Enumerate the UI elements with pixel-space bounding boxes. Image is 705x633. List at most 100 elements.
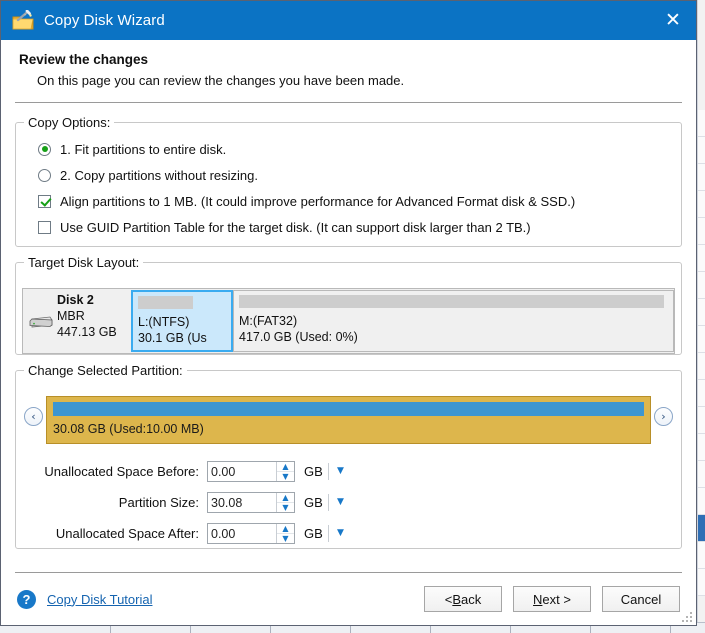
- copy-disk-wizard-dialog: Copy Disk Wizard ✕ Review the changes On…: [0, 0, 697, 626]
- selected-partition-bar[interactable]: 30.08 GB (Used:10.00 MB): [46, 396, 651, 444]
- back-pre: <: [444, 591, 453, 607]
- change-selected-partition-group: Change Selected Partition: ‹ 30.08 GB (U…: [15, 363, 682, 549]
- option-use-gpt[interactable]: Use GUID Partition Table for the target …: [38, 214, 681, 240]
- unit-separator: [328, 525, 329, 542]
- dialog-body: Copy Options: 1. Fit partitions to entir…: [1, 103, 696, 572]
- background-row: [698, 434, 705, 461]
- background-row: [698, 110, 705, 137]
- next-button[interactable]: Next >: [513, 586, 591, 612]
- option-label: 2. Copy partitions without resizing.: [60, 167, 258, 183]
- stepper-up-icon[interactable]: ▲: [277, 524, 294, 534]
- stepper-down-icon[interactable]: ▼: [277, 534, 294, 543]
- dialog-footer: ? Copy Disk Tutorial < Back Next > Cance…: [1, 573, 696, 625]
- background-row: [698, 461, 705, 488]
- unallocated-after-input[interactable]: [208, 524, 276, 543]
- field-unallocated-space-before: Unallocated Space Before: ▲ ▼ GB ▼: [24, 456, 673, 487]
- unit-separator: [328, 494, 329, 511]
- disk-size: 447.13 GB: [57, 325, 117, 339]
- back-accel: B: [452, 591, 462, 607]
- disk-layout-panel: Disk 2 MBR 447.13 GB L:(NTFS) 30.1 GB (U…: [22, 288, 675, 354]
- field-label: Unallocated Space After:: [55, 526, 199, 541]
- option-label: Align partitions to 1 MB. (It could impr…: [60, 193, 576, 209]
- disk-name: Disk 2: [57, 293, 94, 307]
- stepper-up-icon[interactable]: ▲: [277, 493, 294, 503]
- cancel-button[interactable]: Cancel: [602, 586, 680, 612]
- chevron-left-icon[interactable]: ‹: [24, 407, 43, 426]
- background-row: [698, 569, 705, 596]
- partition-label: M:(FAT32): [239, 314, 298, 328]
- option-copy-without-resizing[interactable]: 2. Copy partitions without resizing.: [38, 162, 681, 188]
- field-label: Unallocated Space Before:: [44, 464, 199, 479]
- partition-size: 30.1 GB (Us: [138, 331, 207, 345]
- back-button[interactable]: < Back: [424, 586, 502, 612]
- background-row: [698, 353, 705, 380]
- unit-label: GB: [304, 464, 323, 479]
- copy-options-group: Copy Options: 1. Fit partitions to entir…: [15, 115, 682, 247]
- background-row: [698, 191, 705, 218]
- window-title: Copy Disk Wizard: [44, 12, 165, 29]
- background-row: [698, 164, 705, 191]
- partition-size-input[interactable]: [208, 493, 276, 512]
- target-disk-layout-group: Target Disk Layout: Disk 2 MBR 447.13 GB: [15, 255, 682, 355]
- unit-label: GB: [304, 495, 323, 510]
- background-row: [698, 542, 705, 569]
- stepper-buttons[interactable]: ▲ ▼: [276, 524, 294, 543]
- option-label: Use GUID Partition Table for the target …: [60, 219, 531, 235]
- wizard-wand-folder-icon: [12, 9, 34, 32]
- field-partition-size: Partition Size: ▲ ▼ GB ▼: [24, 487, 673, 518]
- background-row: [698, 245, 705, 272]
- selected-partition-used-bar: [53, 402, 644, 416]
- question-mark-icon[interactable]: ?: [17, 589, 36, 609]
- unit-label: GB: [304, 526, 323, 541]
- close-icon[interactable]: ✕: [650, 1, 696, 40]
- partition-size-fields: Unallocated Space Before: ▲ ▼ GB ▼ Parti…: [24, 456, 673, 549]
- next-post: ext >: [542, 591, 571, 607]
- partition-usage-bar: [138, 296, 193, 309]
- option-align-partitions[interactable]: Align partitions to 1 MB. (It could impr…: [38, 188, 681, 214]
- selected-partition-label: 30.08 GB (Used:10.00 MB): [53, 422, 204, 436]
- partition-M-fat32[interactable]: M:(FAT32) 417.0 GB (Used: 0%): [233, 290, 674, 352]
- disk-info: Disk 2 MBR 447.13 GB: [23, 289, 131, 353]
- background-row: [698, 272, 705, 299]
- partition-L-ntfs[interactable]: L:(NTFS) 30.1 GB (Us: [131, 290, 233, 352]
- checkbox-align-partitions-icon[interactable]: [38, 194, 51, 208]
- page-title: Review the changes: [19, 52, 149, 67]
- unit-dropdown-icon[interactable]: ▼: [337, 529, 344, 538]
- target-disk-layout-legend: Target Disk Layout:: [28, 255, 140, 270]
- option-fit-partitions[interactable]: 1. Fit partitions to entire disk.: [38, 136, 681, 162]
- next-accel: N: [533, 591, 543, 607]
- radio-fit-partitions-icon[interactable]: [38, 142, 51, 156]
- disk-scheme: MBR: [57, 309, 85, 323]
- back-post: ack: [461, 591, 482, 607]
- partition-resize-slider: ‹ 30.08 GB (Used:10.00 MB) ›: [24, 396, 673, 444]
- background-row: [698, 218, 705, 245]
- unit-separator: [328, 463, 329, 480]
- checkbox-use-gpt-icon[interactable]: [38, 220, 51, 234]
- partition-size-stepper[interactable]: ▲ ▼: [207, 492, 295, 513]
- radio-copy-without-resizing-icon[interactable]: [38, 168, 51, 182]
- copy-disk-tutorial-link[interactable]: Copy Disk Tutorial: [47, 592, 152, 607]
- field-label: Partition Size:: [118, 495, 199, 510]
- hard-disk-icon: [29, 315, 53, 328]
- title-bar: Copy Disk Wizard ✕: [1, 1, 696, 40]
- stepper-down-icon[interactable]: ▼: [277, 503, 294, 512]
- resize-grip[interactable]: [682, 612, 693, 623]
- background-row: [698, 137, 705, 164]
- unit-dropdown-icon[interactable]: ▼: [337, 498, 344, 507]
- stepper-up-icon[interactable]: ▲: [277, 462, 294, 472]
- background-row-selected: [698, 515, 705, 542]
- stepper-down-icon[interactable]: ▼: [277, 472, 294, 481]
- unallocated-before-input[interactable]: [208, 462, 276, 481]
- unallocated-after-stepper[interactable]: ▲ ▼: [207, 523, 295, 544]
- footer-buttons: < Back Next > Cancel: [424, 586, 680, 612]
- partition-size: 417.0 GB (Used: 0%): [239, 330, 358, 344]
- cancel-label: Cancel: [620, 591, 662, 607]
- partition-usage-bar: [239, 295, 664, 308]
- background-window-rows: [698, 110, 705, 596]
- stepper-buttons[interactable]: ▲ ▼: [276, 493, 294, 512]
- unit-dropdown-icon[interactable]: ▼: [337, 467, 344, 476]
- option-label: 1. Fit partitions to entire disk.: [60, 141, 227, 157]
- stepper-buttons[interactable]: ▲ ▼: [276, 462, 294, 481]
- chevron-right-icon[interactable]: ›: [654, 407, 673, 426]
- unallocated-before-stepper[interactable]: ▲ ▼: [207, 461, 295, 482]
